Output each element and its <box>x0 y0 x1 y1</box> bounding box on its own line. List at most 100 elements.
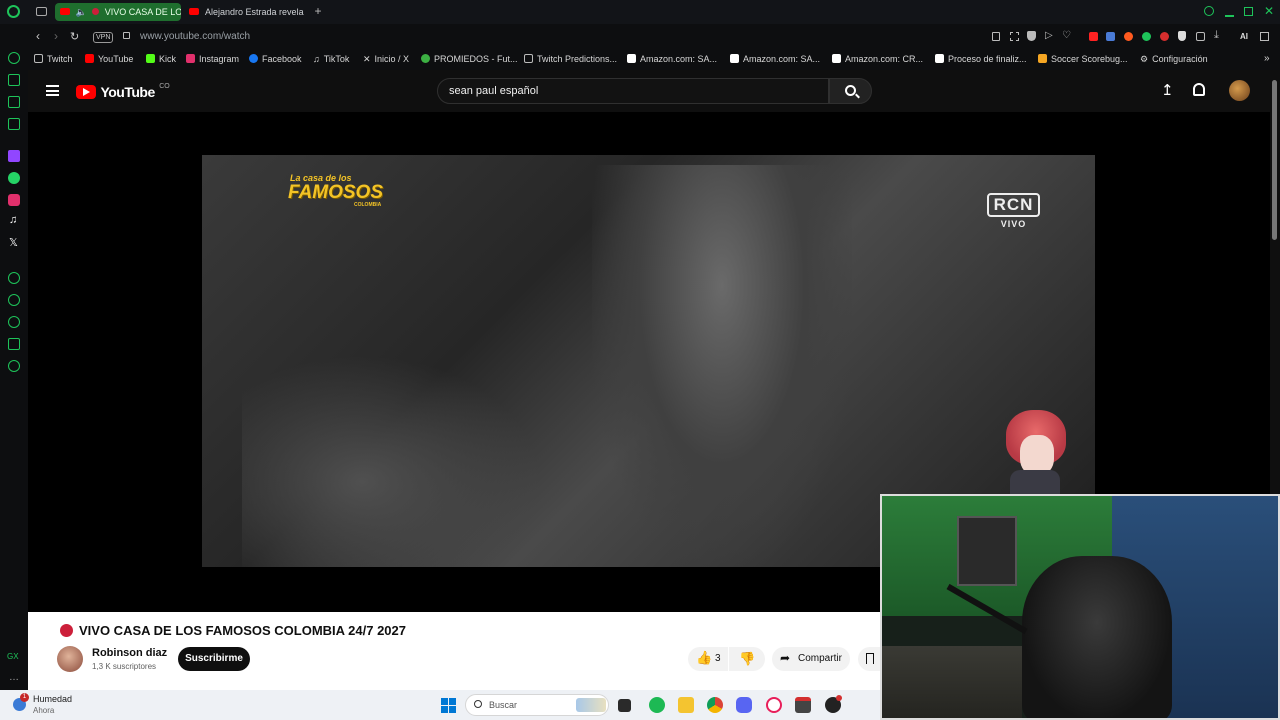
gx-control-icon[interactable] <box>8 96 20 108</box>
bookmark-soccer-scorebug[interactable]: Soccer Scorebug... <box>1038 54 1128 64</box>
windows-start-icon[interactable] <box>441 698 456 713</box>
channel-name[interactable]: Robinson diaz <box>92 647 167 659</box>
ext-orange-icon[interactable] <box>1124 32 1133 41</box>
speaker-icon[interactable]: 🔈 <box>76 3 87 21</box>
extensions-icon[interactable] <box>8 338 20 350</box>
save-button[interactable] <box>858 647 882 671</box>
bookmark-x[interactable]: ✕ Inicio / X <box>363 54 409 65</box>
youtube-wordmark: YouTube <box>100 83 155 100</box>
instagram-icon[interactable] <box>8 194 20 206</box>
opera-gx-icon[interactable] <box>766 697 782 713</box>
opera-logo-icon[interactable] <box>7 5 20 18</box>
facebook-icon <box>249 54 258 63</box>
minimize-icon[interactable] <box>1225 15 1234 17</box>
back-icon[interactable]: ‹ <box>36 29 40 43</box>
thumbs-up-icon: 👍 <box>696 650 713 665</box>
download-icon[interactable]: ⤓ <box>1214 29 1219 42</box>
bookmark-twitch[interactable]: Twitch <box>34 54 73 64</box>
bookmark-amazon-3[interactable]: Amazon.com: CR... <box>832 54 923 64</box>
video-shape-left <box>242 355 542 567</box>
shield-icon[interactable] <box>1027 31 1036 41</box>
file-explorer-icon[interactable] <box>678 697 694 713</box>
bookmark-youtube[interactable]: YouTube <box>85 54 133 64</box>
discord-icon[interactable] <box>736 697 752 713</box>
sidebar-toggle-icon[interactable] <box>1260 32 1269 41</box>
shield-ext-icon[interactable] <box>1178 31 1186 41</box>
translate-icon[interactable] <box>1106 32 1115 41</box>
tiktok-icon[interactable]: ♫ <box>9 214 17 226</box>
screenshot-icon[interactable] <box>1010 32 1019 41</box>
taskbar-search-input[interactable]: Buscar <box>489 700 517 710</box>
bookmarks-more-icon[interactable]: » <box>1264 53 1270 64</box>
tab-vivo-casa[interactable]: 🔈 VIVO CASA DE LOS <box>55 3 181 21</box>
youtube-logo[interactable]: YouTube CO <box>76 83 170 100</box>
search-tabs-icon[interactable] <box>1204 6 1214 16</box>
vpn-badge[interactable]: VPN <box>93 32 114 43</box>
bookmark-tiktok[interactable]: ♫ TikTok <box>313 54 349 64</box>
promiedos-icon <box>421 54 430 63</box>
ext-red-icon[interactable] <box>1160 32 1169 41</box>
ai-button[interactable]: AI <box>1240 32 1248 41</box>
twitch-icon[interactable] <box>8 150 20 162</box>
weather-widget[interactable]: 1 Humedad Ahora <box>10 692 110 718</box>
menu-icon[interactable] <box>46 85 59 96</box>
tab-alejandro-estrada[interactable]: Alejandro Estrada revela c <box>186 3 306 21</box>
settings-icon[interactable] <box>8 360 20 372</box>
heart-icon[interactable]: ♡ <box>1062 30 1071 41</box>
tab-label: Alejandro Estrada revela c <box>205 7 306 17</box>
dislike-button[interactable]: 👎 <box>729 647 765 671</box>
bookmark-amazon-1[interactable]: Amazon.com: SA... <box>627 54 717 64</box>
youtube-favicon-icon <box>189 8 199 15</box>
bookmarks-bar: Twitch YouTube Kick Instagram Facebook ♫… <box>28 50 1280 70</box>
gx-corner-icon[interactable] <box>8 118 20 130</box>
bookmark-kick[interactable]: Kick <box>146 54 176 64</box>
favorites-icon[interactable] <box>8 294 20 306</box>
weather-badge: 1 <box>20 693 29 702</box>
chrome-icon[interactable] <box>707 697 723 713</box>
spotify-icon[interactable] <box>649 697 665 713</box>
subscriber-count: 1,3 K suscriptores <box>92 662 157 671</box>
notifications-bell-icon[interactable] <box>1193 83 1205 96</box>
subscribe-button[interactable]: Suscribirme <box>178 647 250 671</box>
page-scrollbar[interactable] <box>1270 70 1280 494</box>
speed-dial-icon[interactable] <box>8 52 20 64</box>
gx-icon[interactable]: GX <box>7 652 19 661</box>
aria-icon[interactable] <box>8 74 20 86</box>
bookmark-promiedos[interactable]: PROMIEDOS - Fut... <box>421 54 518 64</box>
search-input[interactable]: sean paul español <box>449 85 538 97</box>
new-tab-button[interactable]: + <box>312 4 324 18</box>
channel-avatar[interactable] <box>57 646 83 672</box>
history-icon[interactable] <box>8 316 20 328</box>
search-box[interactable]: sean paul español <box>437 78 829 104</box>
tab-manager-icon[interactable] <box>36 7 47 16</box>
bookmark-configuracion[interactable]: ⚙ Configuración <box>1140 54 1208 65</box>
forward-icon[interactable]: › <box>54 29 58 43</box>
like-button[interactable]: 👍 3 <box>688 647 728 671</box>
more-icon[interactable]: … <box>9 672 19 683</box>
pin-icon[interactable] <box>992 32 1000 41</box>
x-twitter-icon[interactable]: 𝕏 <box>9 236 18 249</box>
task-view-icon[interactable] <box>618 699 631 712</box>
whatsapp-icon[interactable] <box>8 172 20 184</box>
bookmark-twitch-predictions[interactable]: Twitch Predictions... <box>524 54 617 64</box>
streaming-app-icon[interactable] <box>795 697 811 713</box>
bookmark-facebook[interactable]: Facebook <box>249 54 302 64</box>
upload-icon[interactable]: ↥ <box>1161 81 1174 99</box>
taskbar-search[interactable]: Buscar <box>465 694 609 716</box>
youtube-ext-icon[interactable] <box>1089 32 1098 41</box>
ext-green-icon[interactable] <box>1142 32 1151 41</box>
bookmark-proceso[interactable]: Proceso de finaliz... <box>935 54 1027 64</box>
restore-icon[interactable] <box>1244 7 1253 16</box>
url-field[interactable]: www.youtube.com/watch <box>140 31 250 42</box>
search-button[interactable] <box>829 78 872 104</box>
play-icon[interactable]: ▷ <box>1045 30 1053 41</box>
bookmark-amazon-2[interactable]: Amazon.com: SA... <box>730 54 820 64</box>
share-button[interactable]: ➦ Compartir <box>772 647 850 671</box>
close-window-icon[interactable]: ✕ <box>1264 4 1274 18</box>
scrollbar-thumb[interactable] <box>1272 80 1277 240</box>
reload-icon[interactable]: ↻ <box>70 30 79 43</box>
puzzle-icon[interactable] <box>1196 32 1205 41</box>
avatar[interactable] <box>1229 80 1250 101</box>
player-icon[interactable] <box>8 272 20 284</box>
bookmark-instagram[interactable]: Instagram <box>186 54 239 64</box>
